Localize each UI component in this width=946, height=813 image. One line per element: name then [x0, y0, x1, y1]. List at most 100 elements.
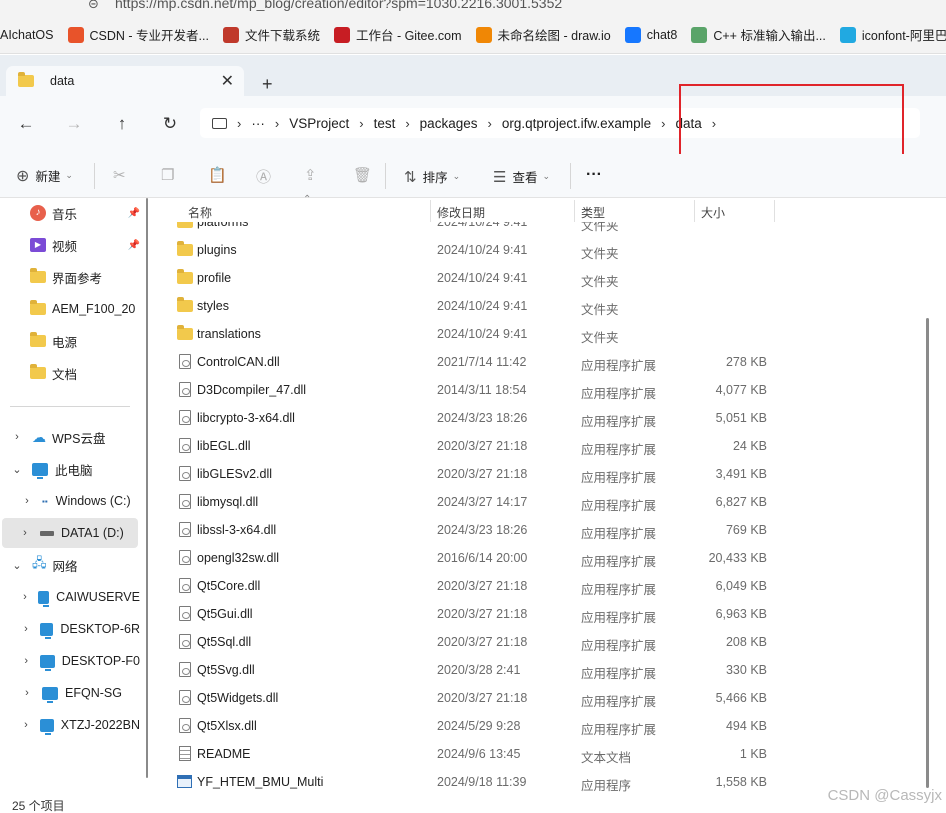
sidebar-item-label: 界面参考: [52, 271, 103, 286]
refresh-icon[interactable]: ↻: [158, 114, 182, 134]
new-button[interactable]: ⊕ 新建 ⌄: [16, 166, 73, 186]
file-row[interactable]: Qt5Gui.dll 2020/3/27 21:18 应用程序扩展 6,963 KB: [160, 600, 780, 628]
bookmark-item[interactable]: 文件下载系统: [222, 25, 320, 44]
browser-url[interactable]: https://mp.csdn.net/mp_blog/creation/edi…: [115, 0, 562, 11]
chevron-right-icon[interactable]: ›: [18, 527, 32, 539]
chevron-right-icon[interactable]: ›: [20, 719, 32, 731]
file-row[interactable]: plugins 2024/10/24 9:41 文件夹: [160, 236, 780, 264]
computer-icon: [40, 654, 55, 671]
drive-icon: [40, 530, 54, 536]
sidebar-quick-item[interactable]: 电源: [30, 326, 142, 356]
bookmark-item[interactable]: C++ 标准输入输出...: [691, 25, 826, 44]
sort-button[interactable]: ⇅ 排序 ⌄: [404, 167, 460, 186]
file-row[interactable]: Qt5Widgets.dll 2020/3/27 21:18 应用程序扩展 5,466…: [160, 684, 780, 712]
sidebar-tree-item[interactable]: › ▪▪ Windows (C:): [4, 486, 140, 516]
file-type: 应用程序扩展: [581, 667, 657, 681]
sidebar-tree-item[interactable]: › DESKTOP-6R: [4, 614, 140, 644]
new-tab-button[interactable]: +: [262, 74, 273, 95]
file-row[interactable]: profile 2024/10/24 9:41 文件夹: [160, 264, 780, 292]
file-row[interactable]: libEGL.dll 2020/3/27 21:18 应用程序扩展 24 KB: [160, 432, 780, 460]
bookmark-item[interactable]: iconfont-阿里巴巴: [839, 25, 946, 44]
more-options-button[interactable]: ···: [586, 166, 602, 184]
chevron-right-icon[interactable]: ›: [20, 495, 34, 507]
column-divider[interactable]: [574, 200, 575, 222]
bookmark-item[interactable]: CSDN - 专业开发者...: [67, 25, 209, 44]
file-row[interactable]: Qt5Svg.dll 2020/3/28 2:41 应用程序扩展 330 KB: [160, 656, 780, 684]
bookmark-item[interactable]: 未命名绘图 - draw.io: [475, 25, 611, 44]
column-divider[interactable]: [694, 200, 695, 222]
file-row[interactable]: translations 2024/10/24 9:41 文件夹: [160, 320, 780, 348]
sidebar-quick-item[interactable]: ♪ 音乐 📌: [30, 198, 142, 228]
copy-icon[interactable]: ❐: [161, 166, 174, 184]
cut-icon[interactable]: ✂: [113, 166, 126, 184]
sidebar-quick-item[interactable]: AEM_F100_20: [30, 294, 142, 324]
sidebar-quick-item[interactable]: ▶ 视频 📌: [30, 230, 142, 260]
pin-icon: 📌: [127, 239, 140, 251]
sidebar-tree-item[interactable]: › XTZJ-2022BN: [4, 710, 140, 740]
sidebar-tree-item[interactable]: › CAIWUSERVE: [4, 582, 140, 612]
breadcrumb-ellipsis[interactable]: ···: [251, 116, 265, 131]
dll-file-icon: [179, 606, 191, 621]
file-list-scrollbar[interactable]: [926, 318, 929, 788]
file-row[interactable]: ControlCAN.dll 2021/7/14 11:42 应用程序扩展 278 K…: [160, 348, 780, 376]
sidebar-tree-item[interactable]: ⌄ 此电脑: [4, 454, 140, 484]
chevron-right-icon[interactable]: ›: [20, 655, 32, 667]
column-divider[interactable]: [430, 200, 431, 222]
rename-icon[interactable]: Ⓐ: [256, 166, 271, 187]
file-row[interactable]: D3Dcompiler_47.dll 2014/3/11 18:54 应用程序扩展 4…: [160, 376, 780, 404]
folder-icon: [177, 222, 193, 228]
bookmark-label: 文件下载系统: [244, 29, 320, 43]
file-row[interactable]: YF_HTEM_BMU_Multi 2024/9/18 11:39 应用程序 1,55…: [160, 768, 780, 796]
breadcrumb-item[interactable]: packages: [420, 116, 478, 131]
chevron-down-icon[interactable]: ⌄: [10, 463, 24, 476]
file-row[interactable]: libssl-3-x64.dll 2024/3/23 18:26 应用程序扩展 769…: [160, 516, 780, 544]
chevron-right-icon[interactable]: ›: [20, 591, 30, 603]
chevron-right-icon[interactable]: ›: [20, 623, 32, 635]
chevron-right-icon[interactable]: ›: [10, 431, 24, 443]
sidebar-tree-item[interactable]: › DATA1 (D:): [2, 518, 138, 548]
chevron-down-icon[interactable]: ⌄: [10, 559, 24, 572]
file-row[interactable]: Qt5Core.dll 2020/3/27 21:18 应用程序扩展 6,049 KB: [160, 572, 780, 600]
forward-arrow-icon[interactable]: →: [62, 114, 86, 134]
network-icon: 🖧: [32, 555, 47, 570]
file-row[interactable]: Qt5Sql.dll 2020/3/27 21:18 应用程序扩展 208 KB: [160, 628, 780, 656]
file-row[interactable]: platforms 2024/10/24 9:41 文件夹: [160, 222, 780, 236]
sidebar-quick-item[interactable]: 文档: [30, 358, 142, 388]
column-divider[interactable]: [774, 200, 775, 222]
sidebar-tree-item[interactable]: ⌄ 🖧 网络: [4, 550, 140, 580]
paste-icon[interactable]: 📋: [208, 166, 227, 184]
chevron-right-icon[interactable]: ›: [20, 687, 34, 699]
up-arrow-icon[interactable]: ↑: [110, 114, 134, 134]
file-size: 24 KB: [732, 439, 767, 453]
column-size[interactable]: 大小: [701, 204, 725, 221]
bookmark-item[interactable]: 工作台 - Gitee.com: [333, 25, 462, 44]
breadcrumb-item[interactable]: VSProject: [289, 116, 349, 131]
file-row[interactable]: libcrypto-3-x64.dll 2024/3/23 18:26 应用程序扩展…: [160, 404, 780, 432]
bookmark-item[interactable]: AIchatOS: [0, 28, 54, 42]
view-button[interactable]: ☰ 查看 ⌄: [493, 167, 550, 186]
file-row[interactable]: libmysql.dll 2024/3/27 14:17 应用程序扩展 6,827 K…: [160, 488, 780, 516]
sidebar-tree-item[interactable]: › DESKTOP-F0: [4, 646, 140, 676]
breadcrumb-item[interactable]: org.qtproject.ifw.example: [502, 116, 651, 131]
bookmark-item[interactable]: chat8: [624, 26, 677, 43]
file-row[interactable]: libGLESv2.dll 2020/3/27 21:18 应用程序扩展 3,491 …: [160, 460, 780, 488]
file-row[interactable]: Qt5Xlsx.dll 2024/5/29 9:28 应用程序扩展 494 KB: [160, 712, 780, 740]
sidebar-quick-item[interactable]: 界面参考: [30, 262, 142, 292]
sidebar-scrollbar[interactable]: [146, 198, 148, 778]
sort-icon: ⇅: [404, 168, 417, 186]
sidebar-tree-item[interactable]: › EFQN-SG: [4, 678, 140, 708]
chevron-right-icon: ›: [274, 115, 280, 131]
file-row[interactable]: styles 2024/10/24 9:41 文件夹: [160, 292, 780, 320]
column-name[interactable]: 名称: [188, 204, 212, 221]
file-row[interactable]: opengl32sw.dll 2016/6/14 20:00 应用程序扩展 20,43…: [160, 544, 780, 572]
close-icon[interactable]: ✕: [221, 71, 234, 91]
delete-icon[interactable]: 🗑: [353, 166, 372, 184]
sidebar-tree-item[interactable]: › ☁ WPS云盘: [4, 422, 140, 452]
back-arrow-icon[interactable]: ←: [14, 114, 38, 134]
file-row[interactable]: README 2024/9/6 13:45 文本文档 1 KB: [160, 740, 780, 768]
breadcrumb-item[interactable]: test: [374, 116, 396, 131]
tab-data[interactable]: data ✕: [6, 66, 244, 96]
column-type[interactable]: 类型: [581, 204, 605, 221]
share-icon[interactable]: ⇪: [304, 166, 317, 184]
column-date[interactable]: 修改日期: [437, 204, 485, 221]
